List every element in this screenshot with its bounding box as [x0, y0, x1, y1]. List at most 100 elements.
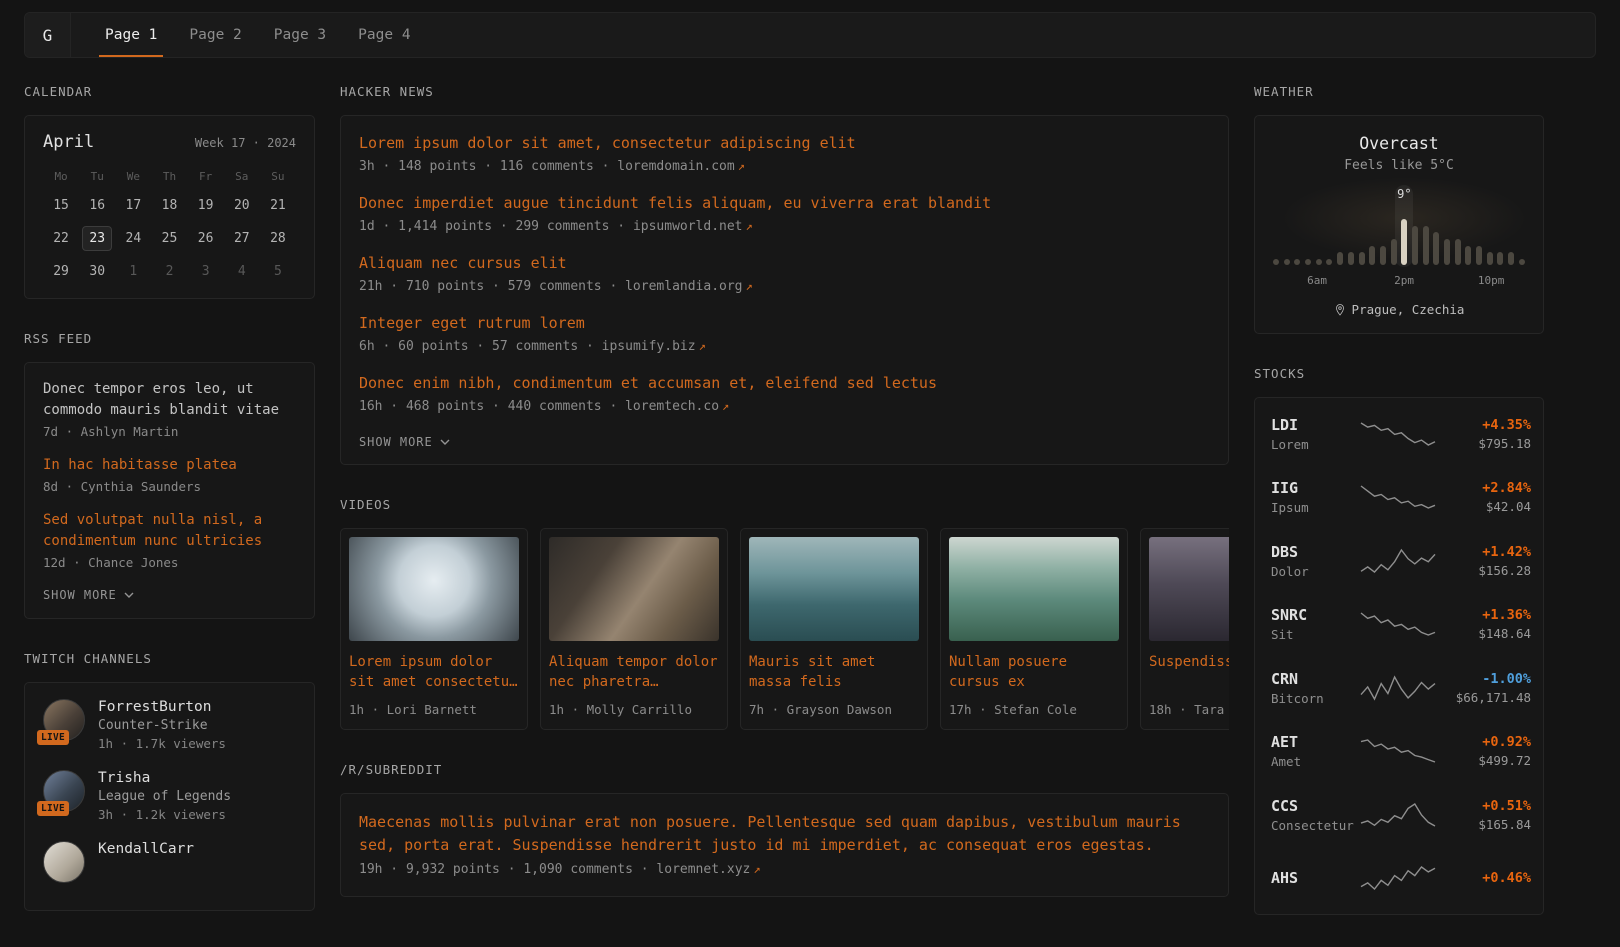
- weather-bar: [1348, 252, 1354, 265]
- video-title[interactable]: Suspendisse diam: [1149, 652, 1229, 692]
- tab-page-1[interactable]: Page 1: [93, 13, 169, 57]
- stock-row-ahs[interactable]: AHS+0.46%: [1271, 847, 1527, 911]
- subreddit-item-title[interactable]: Maecenas mollis pulvinar erat non posuer…: [359, 811, 1210, 857]
- external-link-icon: ↗: [746, 279, 753, 293]
- calendar-dow-fr: Fr: [199, 167, 212, 185]
- subreddit-item-meta-text: 19h · 9,932 points · 1,090 comments ·: [359, 862, 656, 877]
- calendar-day-16: 16: [82, 193, 112, 218]
- hackernews-item-title[interactable]: Donec imperdiet augue tincidunt felis al…: [359, 193, 1210, 214]
- weather-location-label: Prague, Czechia: [1352, 302, 1465, 317]
- weather-bar: [1305, 259, 1311, 265]
- hackernews-show-more-button[interactable]: SHOW MORE: [359, 433, 450, 453]
- hackernews-item-title[interactable]: Aliquam nec cursus elit: [359, 253, 1210, 274]
- rss-item-title[interactable]: In hac habitasse platea: [43, 455, 296, 476]
- chevron-down-icon: [124, 592, 134, 598]
- video-card[interactable]: Aliquam tempor dolor nec pharetra…1h · M…: [540, 528, 728, 730]
- location-pin-icon: [1334, 303, 1346, 317]
- hackernews-section-title: HACKER NEWS: [340, 84, 1229, 99]
- avatar-wrap: LIVE: [43, 770, 85, 812]
- stock-row-iig[interactable]: IIGIpsum+2.84%$42.04: [1271, 466, 1527, 530]
- stocks-card: LDILorem+4.35%$795.18IIGIpsum+2.84%$42.0…: [1254, 397, 1544, 915]
- video-card[interactable]: Suspendisse diam18h · Tara: [1140, 528, 1229, 730]
- rss-list: Donec tempor eros leo, ut commodo mauris…: [43, 379, 296, 570]
- stock-left: IIGIpsum: [1271, 479, 1359, 515]
- weather-time-label: 10pm: [1478, 274, 1505, 287]
- stock-name: Bitcorn: [1271, 691, 1359, 706]
- tab-page-3[interactable]: Page 3: [262, 13, 338, 57]
- calendar-day-21: 21: [263, 193, 293, 218]
- stock-name: Lorem: [1271, 437, 1359, 452]
- stock-left: AETAmet: [1271, 733, 1359, 769]
- hackernews-item-title[interactable]: Lorem ipsum dolor sit amet, consectetur …: [359, 133, 1210, 154]
- hackernews-item-meta-text: 6h · 60 points · 57 comments ·: [359, 339, 602, 354]
- hackernews-item-domain: ipsumworld.net: [633, 219, 743, 234]
- hackernews-item: Donec imperdiet augue tincidunt felis al…: [359, 193, 1210, 234]
- stock-spark-wrap: [1359, 482, 1437, 512]
- video-card[interactable]: Lorem ipsum dolor sit amet consectetu…1h…: [340, 528, 528, 730]
- calendar-day-17: 17: [118, 193, 148, 218]
- rss-item-meta: 7d · Ashlyn Martin: [43, 424, 296, 439]
- video-title[interactable]: Nullam posuere cursus ex: [949, 652, 1119, 692]
- video-card[interactable]: Mauris sit amet massa felis 7h · Grayson …: [740, 528, 928, 730]
- stock-price: $42.04: [1443, 499, 1531, 514]
- stock-right: +0.92%$499.72: [1443, 734, 1531, 768]
- avatar-wrap: LIVE: [43, 699, 85, 741]
- video-title[interactable]: Aliquam tempor dolor nec pharetra…: [549, 652, 719, 692]
- hackernews-item-meta: 21h · 710 points · 579 comments · loreml…: [359, 279, 1210, 294]
- stock-price: $66,171.48: [1443, 690, 1531, 705]
- stock-row-crn[interactable]: CRNBitcorn-1.00%$66,171.48: [1271, 656, 1527, 720]
- video-thumbnail: [1149, 537, 1229, 641]
- weather-bar: [1391, 239, 1397, 265]
- stock-row-ldi[interactable]: LDILorem+4.35%$795.18: [1271, 402, 1527, 466]
- stock-left: AHS: [1271, 869, 1359, 887]
- video-title[interactable]: Mauris sit amet massa felis: [749, 652, 919, 692]
- rss-item-title[interactable]: Donec tempor eros leo, ut commodo mauris…: [43, 379, 296, 421]
- external-link-icon: ↗: [738, 159, 745, 173]
- rss-show-more-button[interactable]: SHOW MORE: [43, 586, 134, 606]
- twitch-channel-forrestburton[interactable]: LIVEForrestBurtonCounter-Strike1h · 1.7k…: [43, 699, 296, 751]
- stock-sparkline: [1359, 736, 1437, 766]
- rss-item-title[interactable]: Sed volutpat nulla nisl, a condimentum n…: [43, 510, 296, 552]
- calendar-dow-tu: Tu: [91, 167, 104, 185]
- stock-row-dbs[interactable]: DBSDolor+1.42%$156.28: [1271, 529, 1527, 593]
- calendar-day-29: 29: [46, 259, 76, 284]
- hackernews-item: Donec enim nibh, condimentum et accumsan…: [359, 373, 1210, 414]
- video-card[interactable]: Nullam posuere cursus ex17h · Stefan Col…: [940, 528, 1128, 730]
- video-title[interactable]: Lorem ipsum dolor sit amet consectetu…: [349, 652, 519, 692]
- hackernews-show-more-label: SHOW MORE: [359, 435, 433, 449]
- stock-row-ccs[interactable]: CCSConsectetur+0.51%$165.84: [1271, 783, 1527, 847]
- stock-price: $156.28: [1443, 563, 1531, 578]
- hackernews-item-meta-text: 16h · 468 points · 440 comments ·: [359, 399, 625, 414]
- weather-bars: [1273, 209, 1525, 265]
- calendar-dow-sa: Sa: [235, 167, 248, 185]
- subreddit-section-title: /R/SUBREDDIT: [340, 762, 1229, 777]
- hackernews-item-title[interactable]: Integer eget rutrum lorem: [359, 313, 1210, 334]
- hackernews-item: Aliquam nec cursus elit 21h · 710 points …: [359, 253, 1210, 294]
- tab-page-4[interactable]: Page 4: [346, 13, 422, 57]
- hackernews-item-title[interactable]: Donec enim nibh, condimentum et accumsan…: [359, 373, 1210, 394]
- twitch-section-title: TWITCH CHANNELS: [24, 651, 315, 666]
- twitch-channel-trisha[interactable]: LIVE TrishaLeague of Legends3h · 1.2k vie…: [43, 770, 296, 822]
- stock-row-snrc[interactable]: SNRCSit+1.36%$148.64: [1271, 593, 1527, 657]
- app-logo: G: [25, 13, 71, 57]
- weather-feels-like: Feels like 5°C: [1271, 158, 1527, 173]
- stock-price: $499.72: [1443, 753, 1531, 768]
- rss-card: Donec tempor eros leo, ut commodo mauris…: [24, 362, 315, 619]
- calendar-day-27: 27: [227, 226, 257, 251]
- subreddit-list: Maecenas mollis pulvinar erat non posuer…: [359, 811, 1210, 877]
- stock-spark-wrap: [1359, 609, 1437, 639]
- stock-right: +0.51%$165.84: [1443, 798, 1531, 832]
- stock-row-aet[interactable]: AETAmet+0.92%$499.72: [1271, 720, 1527, 784]
- video-row: Lorem ipsum dolor sit amet consectetu…1h…: [340, 528, 1229, 730]
- twitch-channel-kendallcarr[interactable]: KendallCarr: [43, 841, 296, 883]
- calendar-section-title: CALENDAR: [24, 84, 315, 99]
- video-meta: 7h · Grayson Dawson: [749, 702, 919, 717]
- hackernews-item: Integer eget rutrum lorem 6h · 60 points …: [359, 313, 1210, 354]
- calendar-dow-th: Th: [163, 167, 176, 185]
- stock-spark-wrap: [1359, 863, 1437, 893]
- channel-info: TrishaLeague of Legends3h · 1.2k viewers: [98, 770, 231, 822]
- channel-game: Counter-Strike: [98, 718, 226, 733]
- calendar-dow-we: We: [127, 167, 140, 185]
- middle-column: HACKER NEWS Lorem ipsum dolor sit amet, …: [340, 84, 1229, 929]
- tab-page-2[interactable]: Page 2: [177, 13, 253, 57]
